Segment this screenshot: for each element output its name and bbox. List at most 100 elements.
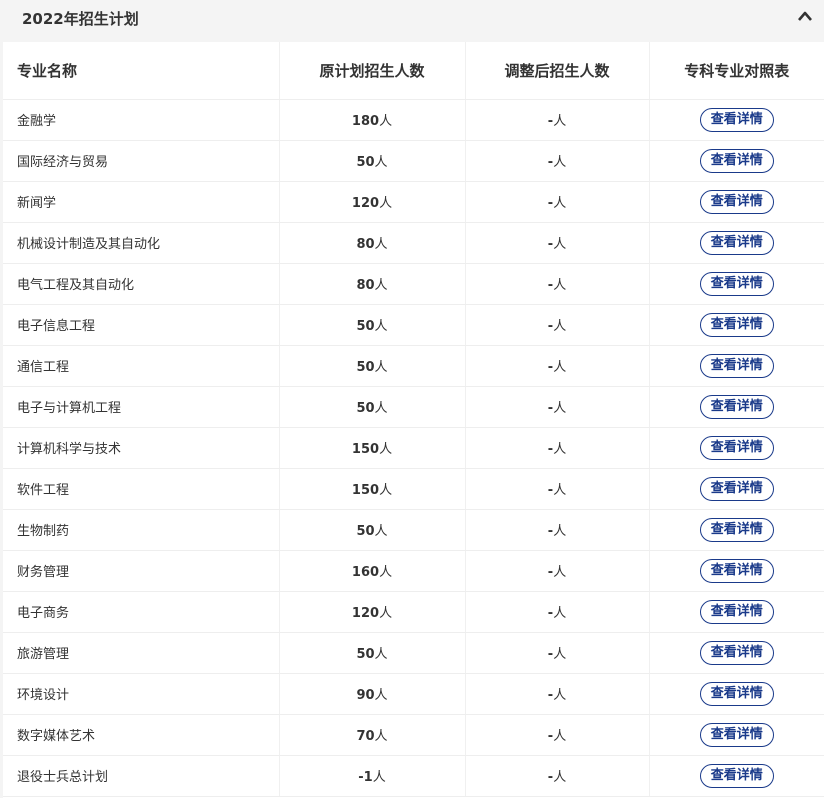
chevron-up-icon[interactable] [798, 11, 812, 21]
view-details-button[interactable]: 查看详情 [699, 558, 774, 583]
table-row: 数字媒体艺术 70人 -人 查看详情 [3, 714, 824, 756]
original-plan-cell: 50人 [279, 509, 466, 551]
unit-label: 人 [372, 770, 386, 785]
table-header-row: 专业名称 原计划招生人数 调整后招生人数 专科专业对照表 [3, 42, 824, 100]
adjusted-plan-cell: -人 [465, 673, 650, 715]
view-details-button[interactable]: 查看详情 [699, 517, 774, 542]
comparison-cell: 查看详情 [649, 181, 824, 223]
unit-label: 人 [553, 278, 567, 293]
original-plan-count: 50 [356, 155, 375, 170]
original-plan-count: 90 [356, 688, 375, 703]
view-details-button[interactable]: 查看详情 [699, 189, 774, 214]
major-name: 电子与计算机工程 [3, 386, 280, 428]
view-details-button[interactable]: 查看详情 [699, 394, 774, 419]
original-plan-cell: 120人 [279, 591, 466, 633]
table-row: 旅游管理 50人 -人 查看详情 [3, 632, 824, 674]
unit-label: 人 [553, 196, 567, 211]
view-details-button[interactable]: 查看详情 [699, 681, 774, 706]
comparison-cell: 查看详情 [649, 673, 824, 715]
unit-label: 人 [553, 360, 567, 375]
original-plan-count: 160 [351, 565, 380, 580]
table-row: 电气工程及其自动化 80人 -人 查看详情 [3, 263, 824, 305]
unit-label: 人 [553, 114, 567, 129]
view-details-button[interactable]: 查看详情 [699, 763, 774, 788]
adjusted-plan-cell: -人 [465, 181, 650, 223]
original-plan-cell: 150人 [279, 427, 466, 469]
table-row: 金融学 180人 -人 查看详情 [3, 99, 824, 141]
view-details-button[interactable]: 查看详情 [699, 312, 774, 337]
unit-label: 人 [379, 114, 393, 129]
comparison-cell: 查看详情 [649, 591, 824, 633]
original-plan-count: 120 [351, 196, 380, 211]
table-row: 电子与计算机工程 50人 -人 查看详情 [3, 386, 824, 428]
original-plan-cell: -1人 [279, 755, 466, 797]
unit-label: 人 [374, 319, 388, 334]
unit-label: 人 [553, 155, 567, 170]
comparison-cell: 查看详情 [649, 509, 824, 551]
view-details-button[interactable]: 查看详情 [699, 640, 774, 665]
comparison-cell: 查看详情 [649, 550, 824, 592]
unit-label: 人 [553, 401, 567, 416]
unit-label: 人 [553, 729, 567, 744]
adjusted-plan-cell: -人 [465, 304, 650, 346]
original-plan-cell: 160人 [279, 550, 466, 592]
original-plan-count: 150 [351, 442, 380, 457]
major-name: 生物制药 [3, 509, 280, 551]
view-details-button[interactable]: 查看详情 [699, 353, 774, 378]
adjusted-plan-cell: -人 [465, 632, 650, 674]
table-row: 新闻学 120人 -人 查看详情 [3, 181, 824, 223]
adjusted-plan-cell: -人 [465, 591, 650, 633]
unit-label: 人 [553, 483, 567, 498]
major-name: 旅游管理 [3, 632, 280, 674]
view-details-button[interactable]: 查看详情 [699, 271, 774, 296]
unit-label: 人 [374, 729, 388, 744]
original-plan-count: 50 [356, 647, 375, 662]
original-plan-cell: 50人 [279, 632, 466, 674]
view-details-button[interactable]: 查看详情 [699, 722, 774, 747]
original-plan-count: 80 [356, 278, 375, 293]
major-name: 财务管理 [3, 550, 280, 592]
table-row: 电子信息工程 50人 -人 查看详情 [3, 304, 824, 346]
original-plan-cell: 50人 [279, 345, 466, 387]
unit-label: 人 [374, 401, 388, 416]
unit-label: 人 [553, 442, 567, 457]
comparison-cell: 查看详情 [649, 263, 824, 305]
adjusted-plan-cell: -人 [465, 345, 650, 387]
table-row: 电子商务 120人 -人 查看详情 [3, 591, 824, 633]
adjusted-plan-cell: -人 [465, 755, 650, 797]
unit-label: 人 [379, 606, 393, 621]
table-row: 环境设计 90人 -人 查看详情 [3, 673, 824, 715]
adjusted-plan-cell: -人 [465, 386, 650, 428]
unit-label: 人 [553, 237, 567, 252]
original-plan-count: 50 [356, 360, 375, 375]
original-plan-count: -1 [358, 770, 373, 785]
unit-label: 人 [379, 196, 393, 211]
unit-label: 人 [553, 770, 567, 785]
table-row: 机械设计制造及其自动化 80人 -人 查看详情 [3, 222, 824, 264]
comparison-cell: 查看详情 [649, 345, 824, 387]
view-details-button[interactable]: 查看详情 [699, 107, 774, 132]
comparison-cell: 查看详情 [649, 755, 824, 797]
unit-label: 人 [553, 688, 567, 703]
view-details-button[interactable]: 查看详情 [699, 435, 774, 460]
view-details-button[interactable]: 查看详情 [699, 476, 774, 501]
view-details-button[interactable]: 查看详情 [699, 230, 774, 255]
comparison-cell: 查看详情 [649, 99, 824, 141]
original-plan-cell: 180人 [279, 99, 466, 141]
major-name: 电子商务 [3, 591, 280, 633]
major-name: 金融学 [3, 99, 280, 141]
major-name: 退役士兵总计划 [3, 755, 280, 797]
header-major-name: 专业名称 [3, 42, 280, 100]
panel-header[interactable]: 2022年招生计划 [0, 0, 824, 36]
adjusted-plan-cell: -人 [465, 427, 650, 469]
unit-label: 人 [379, 565, 393, 580]
major-name: 数字媒体艺术 [3, 714, 280, 756]
comparison-cell: 查看详情 [649, 222, 824, 264]
original-plan-cell: 50人 [279, 140, 466, 182]
header-adjusted-plan: 调整后招生人数 [465, 42, 650, 100]
view-details-button[interactable]: 查看详情 [699, 599, 774, 624]
view-details-button[interactable]: 查看详情 [699, 148, 774, 173]
unit-label: 人 [374, 237, 388, 252]
table-row: 生物制药 50人 -人 查看详情 [3, 509, 824, 551]
adjusted-plan-cell: -人 [465, 140, 650, 182]
